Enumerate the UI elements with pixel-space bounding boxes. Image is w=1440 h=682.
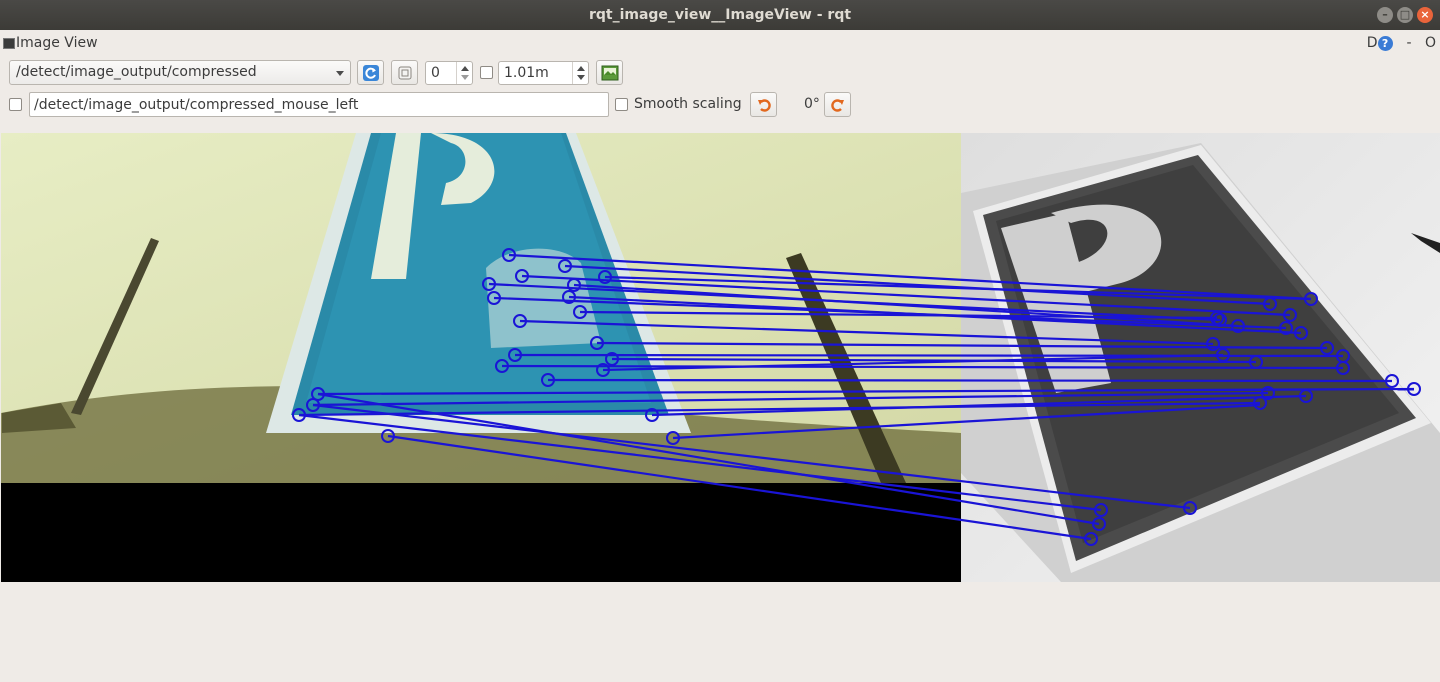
dynamic-range-checkbox[interactable]	[480, 66, 493, 79]
rotate-cw-icon	[830, 98, 844, 112]
dock-controls: D? - O	[1367, 35, 1436, 51]
image-viewport[interactable]	[1, 133, 1440, 582]
chevron-down-icon	[336, 71, 344, 76]
mouse-topic-input[interactable]	[29, 92, 609, 117]
rotate-ccw-icon	[757, 98, 771, 112]
publish-click-checkbox[interactable]	[9, 98, 22, 111]
smooth-scaling-checkbox[interactable]	[615, 98, 628, 111]
rotation-label: 0°	[804, 96, 820, 112]
right-camera-image	[961, 133, 1440, 582]
left-camera-image	[1, 133, 961, 582]
zoom-1-button[interactable]	[391, 60, 418, 85]
topic-select-value: /detect/image_output/compressed	[16, 64, 257, 80]
dock-d-button[interactable]: D	[1367, 35, 1378, 51]
window-title: rqt_image_view__ImageView - rqt	[588, 7, 852, 23]
dock-window-icon	[3, 38, 15, 49]
feature-match-image	[1, 133, 1440, 582]
smooth-scaling-label: Smooth scaling	[634, 96, 742, 112]
refresh-topics-button[interactable]	[357, 60, 384, 85]
save-image-button[interactable]	[596, 60, 623, 85]
close-button[interactable]: ×	[1417, 7, 1433, 23]
zoom-spinbox[interactable]: 0	[425, 61, 473, 85]
minimize-button[interactable]: –	[1377, 7, 1393, 23]
rotate-right-button[interactable]	[824, 92, 851, 117]
max-range-spinbox[interactable]: 1.01m	[498, 61, 589, 85]
rotate-left-button[interactable]	[750, 92, 777, 117]
dock-close-button[interactable]: O	[1425, 35, 1436, 51]
topic-select[interactable]: /detect/image_output/compressed	[9, 60, 351, 85]
zoom-fit-icon	[398, 66, 411, 79]
zoom-value: 0	[431, 65, 440, 81]
dock-title-bar: Image View D? - O	[0, 34, 1440, 54]
save-icon	[601, 65, 618, 80]
spinbox-arrows[interactable]	[456, 62, 472, 84]
maximize-button[interactable]: □	[1397, 7, 1413, 23]
max-range-value: 1.01m	[504, 65, 549, 81]
refresh-icon	[362, 64, 379, 81]
window-titlebar: rqt_image_view__ImageView - rqt – □ ×	[0, 0, 1440, 30]
spinbox-arrows[interactable]	[572, 62, 588, 84]
dock-title-label: Image View	[16, 35, 98, 51]
help-icon[interactable]: ?	[1377, 36, 1393, 51]
dock-minimize-button[interactable]: -	[1407, 35, 1412, 51]
